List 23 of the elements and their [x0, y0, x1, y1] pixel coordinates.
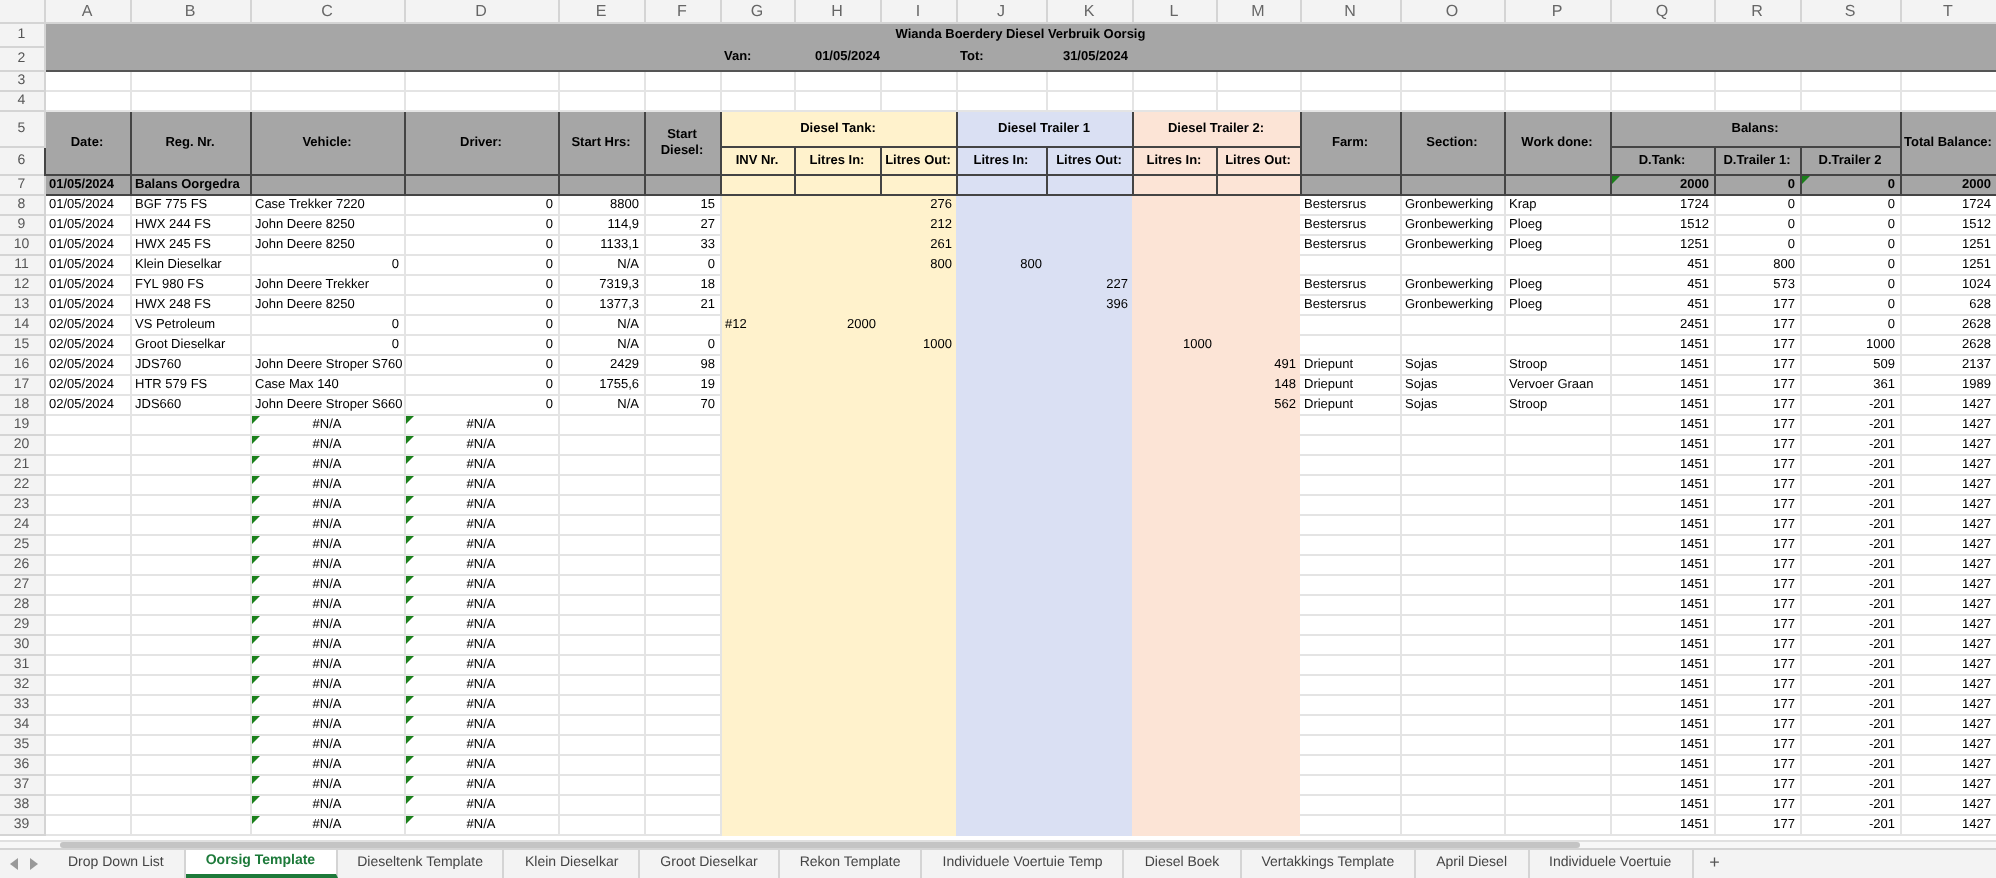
column-letter[interactable]: Q [1655, 2, 1669, 20]
column-letter[interactable]: F [677, 2, 687, 20]
column-letter[interactable]: I [915, 2, 921, 20]
column-letter[interactable]: E [595, 2, 607, 20]
column-letter[interactable]: A [81, 2, 93, 20]
scroll-left-icon[interactable] [10, 858, 20, 870]
scroll-right-icon[interactable] [28, 858, 38, 870]
column-letter[interactable]: B [184, 2, 196, 20]
column-letter[interactable]: G [750, 2, 764, 20]
column-letter[interactable]: D [475, 2, 487, 20]
column-letter[interactable]: R [1751, 2, 1763, 20]
add-sheet-button[interactable]: + [1693, 850, 1736, 878]
column-letter[interactable]: N [1344, 2, 1356, 20]
column-letter[interactable]: H [831, 2, 843, 20]
column-letter[interactable]: M [1251, 2, 1265, 20]
column-letter[interactable]: T [1943, 2, 1953, 20]
column-letter[interactable]: S [1844, 2, 1856, 20]
column-letter[interactable]: K [1083, 2, 1095, 20]
column-letter[interactable]: L [1169, 2, 1179, 20]
column-letter[interactable]: C [321, 2, 333, 20]
column-letter[interactable]: J [997, 2, 1005, 20]
column-letter[interactable]: P [1551, 2, 1563, 20]
column-letter[interactable]: O [1445, 2, 1459, 20]
